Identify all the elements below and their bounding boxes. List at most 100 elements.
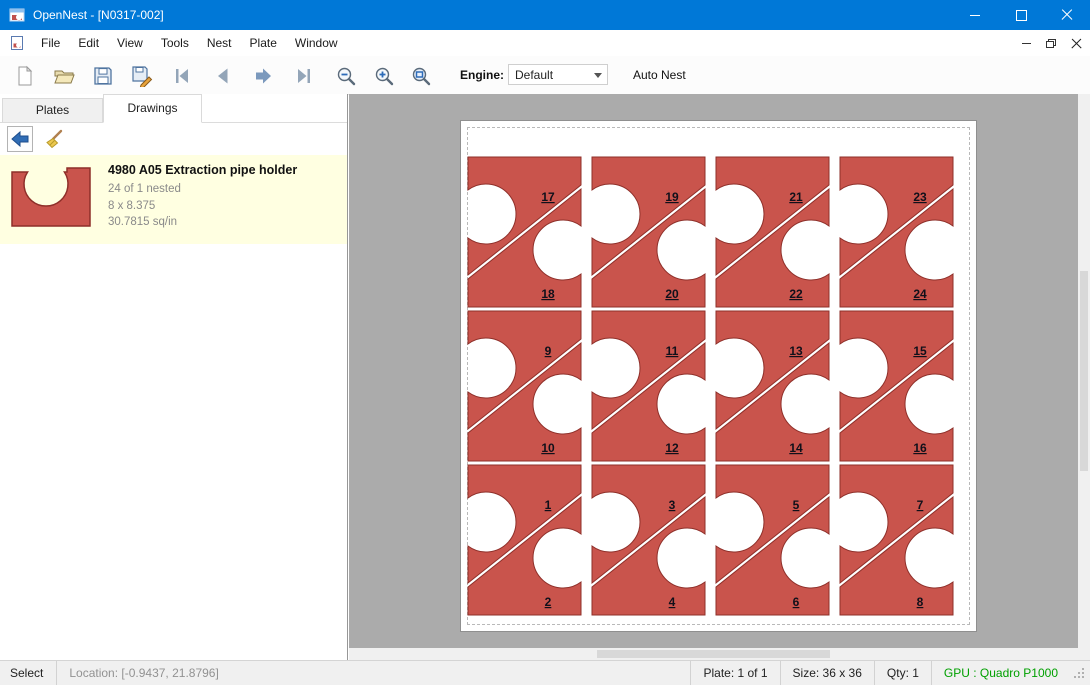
part-number-5: 5: [793, 498, 800, 512]
close-button[interactable]: [1044, 0, 1090, 30]
sidebar: Plates Drawings 4980 A05 Extraction p: [0, 94, 348, 660]
part-number-3: 3: [669, 498, 676, 512]
arrow-left-icon: [9, 128, 31, 150]
vertical-scrollbar-thumb[interactable]: [1080, 271, 1088, 470]
save-button[interactable]: [90, 63, 116, 89]
zoom-out-button[interactable]: [333, 63, 359, 89]
nest-pair-1-2[interactable]: 12: [468, 465, 581, 615]
nest-pair-23-24[interactable]: 23 24: [840, 157, 953, 307]
part-number-9: 9: [545, 344, 552, 358]
menu-item-view[interactable]: View: [108, 30, 152, 56]
part-number-14: 14: [789, 441, 803, 455]
minimize-button[interactable]: [952, 0, 998, 30]
mdi-minimize-button[interactable]: [1022, 43, 1031, 44]
horizontal-scrollbar-thumb[interactable]: [597, 650, 830, 658]
part-thumbnail: [10, 164, 94, 230]
next-icon: [252, 65, 274, 87]
status-size: Size: 36 x 36: [780, 661, 874, 685]
new-button[interactable]: [12, 63, 38, 89]
opennest-window: OpenNest - [N0317-002] File Edit View To…: [0, 0, 1090, 685]
drawings-toolbar: [0, 123, 347, 155]
nest-pair-21-22[interactable]: 21 22: [716, 157, 829, 307]
nest-pair-9-10[interactable]: 9 10: [468, 311, 581, 461]
drawing-title: 4980 A05 Extraction pipe holder: [108, 163, 297, 177]
last-plate-button[interactable]: [290, 63, 316, 89]
sidebar-tabstrip: Plates Drawings: [0, 94, 347, 123]
nest-pair-11-12[interactable]: 1112: [592, 311, 705, 461]
zoom-fit-icon: [410, 65, 432, 87]
close-icon: [1061, 9, 1073, 21]
drawing-area: 30.7815 sq/in: [108, 216, 177, 228]
previous-plate-button[interactable]: [210, 63, 236, 89]
mdi-restore-button[interactable]: [1046, 39, 1056, 48]
auto-nest-button[interactable]: Auto Nest: [633, 56, 686, 94]
replace-drawing-button[interactable]: [7, 126, 33, 152]
part-number-19: 19: [665, 190, 679, 204]
drawing-size: 8 x 8.375: [108, 200, 155, 212]
engine-label: Engine:: [460, 56, 504, 94]
menu-item-window[interactable]: Window: [286, 30, 347, 56]
part-number-12: 12: [665, 441, 679, 455]
first-icon: [172, 65, 194, 87]
menu-bar: File Edit View Tools Nest Plate Window: [0, 30, 1090, 56]
mdi-window-controls: [1022, 30, 1082, 56]
horizontal-scrollbar[interactable]: [349, 648, 1078, 660]
menu-item-tools[interactable]: Tools: [152, 30, 198, 56]
drawing-list-item[interactable]: 4980 A05 Extraction pipe holder 24 of 1 …: [0, 155, 347, 244]
zoom-in-icon: [373, 65, 395, 87]
status-location: Location: [-0.9437, 21.8796]: [57, 666, 690, 680]
part-number-15: 15: [913, 344, 927, 358]
nest-canvas[interactable]: 171819202122232491011121314151612345678: [349, 94, 1090, 660]
nest-pair-13-14[interactable]: 13 14: [716, 311, 829, 461]
resize-grip[interactable]: [1072, 666, 1086, 680]
document-icon[interactable]: [9, 35, 25, 51]
title-bar: OpenNest - [N0317-002]: [0, 0, 1090, 30]
part-number-2: 2: [545, 595, 552, 609]
status-qty: Qty: 1: [874, 661, 931, 685]
menu-item-file[interactable]: File: [32, 30, 69, 56]
new-file-icon: [14, 65, 36, 87]
save-as-button[interactable]: [129, 63, 155, 89]
last-icon: [292, 65, 314, 87]
nest-pair-15-16[interactable]: 1516: [840, 311, 953, 461]
scrollbar-corner: [1078, 648, 1090, 660]
nest-pair-3-4[interactable]: 34: [592, 465, 705, 615]
open-button[interactable]: [51, 63, 77, 89]
app-icon: [9, 7, 25, 23]
menu-item-edit[interactable]: Edit: [69, 30, 108, 56]
next-plate-button[interactable]: [250, 63, 276, 89]
part-number-20: 20: [665, 287, 679, 301]
nest-pair-5-6[interactable]: 56: [716, 465, 829, 615]
menu-item-plate[interactable]: Plate: [241, 30, 286, 56]
mdi-close-button[interactable]: [1071, 38, 1082, 49]
menu-item-nest[interactable]: Nest: [198, 30, 241, 56]
clean-button[interactable]: [40, 126, 66, 152]
minimize-icon: [970, 15, 980, 16]
part-number-22: 22: [789, 287, 803, 301]
tab-drawings[interactable]: Drawings: [103, 94, 202, 123]
tab-plates[interactable]: Plates: [2, 98, 103, 122]
drawing-nested-count: 24 of 1 nested: [108, 183, 181, 195]
vertical-scrollbar[interactable]: [1078, 94, 1090, 648]
chevron-down-icon: [594, 73, 602, 78]
engine-dropdown[interactable]: Default: [508, 64, 608, 85]
nested-parts-svg[interactable]: 171819202122232491011121314151612345678: [461, 121, 976, 631]
first-plate-button[interactable]: [170, 63, 196, 89]
nest-pair-7-8[interactable]: 78: [840, 465, 953, 615]
plate-sheet[interactable]: 171819202122232491011121314151612345678: [460, 120, 977, 632]
mdi-restore-icon: [1046, 39, 1056, 48]
broom-icon: [42, 128, 64, 150]
part-number-24: 24: [913, 287, 927, 301]
nest-pair-17-18[interactable]: 1718: [468, 157, 581, 307]
part-number-21: 21: [789, 190, 803, 204]
maximize-button[interactable]: [998, 0, 1044, 30]
window-controls: [952, 0, 1090, 30]
part-number-13: 13: [789, 344, 803, 358]
zoom-in-button[interactable]: [371, 63, 397, 89]
previous-icon: [212, 65, 234, 87]
part-number-18: 18: [541, 287, 555, 301]
zoom-fit-button[interactable]: [408, 63, 434, 89]
part-number-23: 23: [913, 190, 927, 204]
nest-pair-19-20[interactable]: 1920: [592, 157, 705, 307]
part-number-10: 10: [541, 441, 555, 455]
